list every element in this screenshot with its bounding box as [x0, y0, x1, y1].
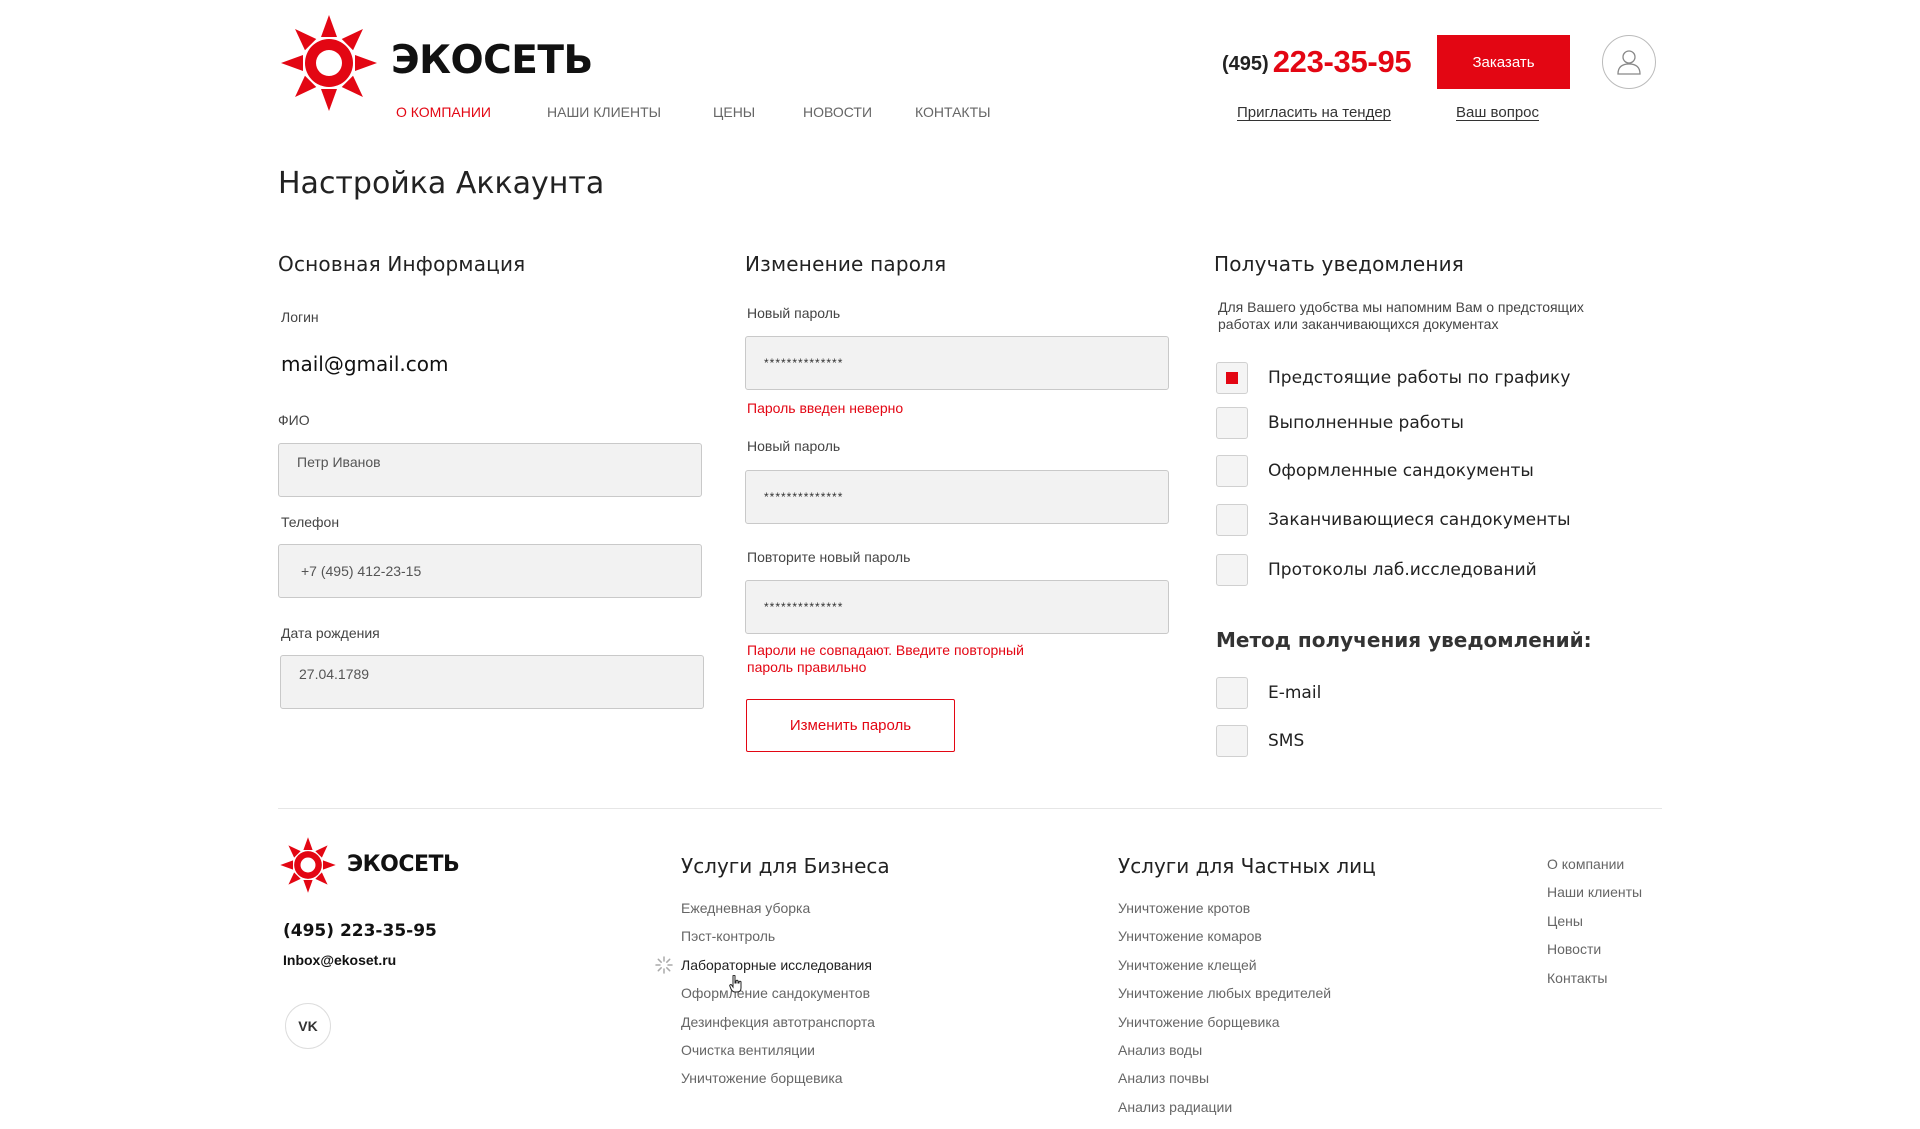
footer-link-contacts[interactable]: Контакты	[1547, 970, 1642, 998]
footer-logo-icon[interactable]	[278, 836, 338, 894]
checkbox-label: SMS	[1268, 731, 1305, 751]
checkbox[interactable]	[1216, 554, 1248, 586]
user-profile-button[interactable]	[1602, 35, 1656, 89]
phone-number: 223-35-95	[1272, 44, 1412, 79]
business-service-item[interactable]: Ежедневная уборка	[681, 900, 875, 928]
checkbox[interactable]	[1216, 504, 1248, 536]
footer-email[interactable]: Inbox@ekoset.ru	[283, 952, 396, 968]
notifications-hint-line1: Для Вашего удобства мы напомним Вам о пр…	[1218, 299, 1584, 315]
footer-link-prices[interactable]: Цены	[1547, 913, 1642, 941]
footer-link-clients[interactable]: Наши клиенты	[1547, 884, 1642, 912]
checkbox-label: Оформленные сандокументы	[1268, 461, 1534, 481]
notify-option-lab-reports[interactable]: Протоколы лаб.исследований	[1216, 554, 1537, 586]
notifications-hint-line2: работах или заканчивающихся документах	[1218, 316, 1499, 332]
notify-method-email[interactable]: E-mail	[1216, 677, 1321, 709]
vk-icon[interactable]: VK	[285, 1003, 331, 1049]
phone-code: (495)	[1222, 53, 1269, 75]
logo-icon[interactable]	[277, 13, 381, 113]
new-password-label: Новый пароль	[747, 305, 841, 321]
page-title: Настройка Аккаунта	[278, 166, 605, 201]
password-error: Пароль введен неверно	[747, 400, 904, 416]
nav-item-news[interactable]: НОВОСТИ	[803, 104, 872, 120]
checkbox[interactable]	[1216, 677, 1248, 709]
password-heading: Изменение пароля	[745, 252, 947, 276]
checkbox-label: Предстоящие работы по графику	[1268, 368, 1571, 388]
phone-input[interactable]: +7 (495) 412-23-15	[278, 544, 702, 598]
checkbox[interactable]	[1216, 455, 1248, 487]
private-service-item[interactable]: Анализ почвы	[1118, 1070, 1331, 1098]
nav-item-contacts[interactable]: КОНТАКТЫ	[915, 104, 991, 120]
footer-phone[interactable]: (495) 223-35-95	[283, 921, 437, 941]
checkbox[interactable]	[1216, 725, 1248, 757]
order-button[interactable]: Заказать	[1437, 35, 1570, 89]
checkbox-label: Протоколы лаб.исследований	[1268, 560, 1537, 580]
business-service-item[interactable]: Дезинфекция автотранспорта	[681, 1014, 875, 1042]
user-icon	[1617, 50, 1641, 75]
notify-method-heading: Метод получения уведомлений:	[1216, 628, 1592, 652]
logo-text[interactable]: ЭКОСЕТЬ	[391, 38, 593, 83]
private-service-item[interactable]: Уничтожение борщевика	[1118, 1014, 1331, 1042]
question-link[interactable]: Ваш вопрос	[1456, 104, 1539, 121]
footer-links: О компании Наши клиенты Цены Новости Кон…	[1547, 856, 1642, 998]
checkbox-label: Выполненные работы	[1268, 413, 1464, 433]
private-service-item[interactable]: Уничтожение клещей	[1118, 957, 1331, 985]
birth-date-input[interactable]: 27.04.1789	[280, 655, 704, 709]
business-services-heading: Услуги для Бизнеса	[681, 854, 890, 878]
checkbox[interactable]	[1216, 362, 1248, 394]
notify-option-scheduled[interactable]: Предстоящие работы по графику	[1216, 362, 1570, 394]
loading-spinner-icon	[655, 956, 673, 974]
fio-label: ФИО	[278, 412, 310, 428]
checkbox-checked-mark	[1226, 372, 1238, 384]
notifications-heading: Получать уведомления	[1214, 252, 1465, 276]
notify-method-sms[interactable]: SMS	[1216, 725, 1304, 757]
notifications-hint: Для Вашего удобства мы напомним Вам о пр…	[1218, 299, 1658, 333]
login-label: Логин	[281, 309, 319, 325]
basic-info-heading: Основная Информация	[278, 252, 526, 276]
new-password-label-2: Новый пароль	[747, 438, 841, 454]
checkbox[interactable]	[1216, 407, 1248, 439]
notify-option-issued-docs[interactable]: Оформленные сандокументы	[1216, 455, 1534, 487]
private-service-item[interactable]: Анализ радиации	[1118, 1099, 1331, 1127]
private-service-item[interactable]: Анализ воды	[1118, 1042, 1331, 1070]
birth-date-label: Дата рождения	[281, 625, 380, 641]
repeat-password-label: Повторите новый пароль	[747, 549, 911, 565]
nav-item-about[interactable]: О КОМПАНИИ	[396, 104, 491, 120]
nav-item-prices[interactable]: ЦЕНЫ	[713, 104, 755, 120]
change-password-button[interactable]: Изменить пароль	[746, 699, 955, 752]
footer-divider	[278, 808, 1662, 809]
business-service-item[interactable]: Лабораторные исследования	[681, 957, 875, 985]
login-value: mail@gmail.com	[281, 352, 449, 376]
private-services-heading: Услуги для Частных лиц	[1118, 854, 1376, 878]
footer-logo-text[interactable]: ЭКОСЕТЬ	[347, 852, 460, 877]
footer-link-about[interactable]: О компании	[1547, 856, 1642, 884]
tender-link[interactable]: Пригласить на тендер	[1237, 104, 1391, 121]
private-service-item[interactable]: Уничтожение кротов	[1118, 900, 1331, 928]
private-service-item[interactable]: Уничтожение любых вредителей	[1118, 985, 1331, 1013]
private-services-list: Уничтожение кротов Уничтожение комаров У…	[1118, 900, 1331, 1127]
notify-option-completed[interactable]: Выполненные работы	[1216, 407, 1464, 439]
phone-label: Телефон	[281, 514, 340, 530]
password-mismatch-error-line1: Пароли не совпадают. Введите повторный	[747, 642, 1024, 658]
header-phone[interactable]: (495) 223-35-95	[1222, 44, 1412, 80]
password-mismatch-error-line2: пароль правильно	[747, 659, 867, 675]
checkbox-label: E-mail	[1268, 683, 1322, 703]
business-service-item[interactable]: Очистка вентиляции	[681, 1042, 875, 1070]
business-service-item[interactable]: Пэст-контроль	[681, 928, 875, 956]
private-service-item[interactable]: Уничтожение комаров	[1118, 928, 1331, 956]
business-services-list: Ежедневная уборка Пэст-контроль Лаборато…	[681, 900, 875, 1099]
nav-item-clients[interactable]: НАШИ КЛИЕНТЫ	[547, 104, 661, 120]
notify-option-expiring-docs[interactable]: Заканчивающиеся сандокументы	[1216, 504, 1571, 536]
fio-input[interactable]: Петр Иванов	[278, 443, 702, 497]
business-service-item[interactable]: Уничтожение борщевика	[681, 1070, 875, 1098]
checkbox-label: Заканчивающиеся сандокументы	[1268, 510, 1571, 530]
password-mismatch-error: Пароли не совпадают. Введите повторный п…	[747, 642, 1024, 676]
new-password-input[interactable]: **************	[745, 336, 1169, 390]
footer-link-news[interactable]: Новости	[1547, 941, 1642, 969]
hand-cursor-icon	[729, 975, 742, 993]
repeat-password-input[interactable]: **************	[745, 580, 1169, 634]
new-password-input-2[interactable]: **************	[745, 470, 1169, 524]
business-service-item[interactable]: Оформление сандокументов	[681, 985, 875, 1013]
